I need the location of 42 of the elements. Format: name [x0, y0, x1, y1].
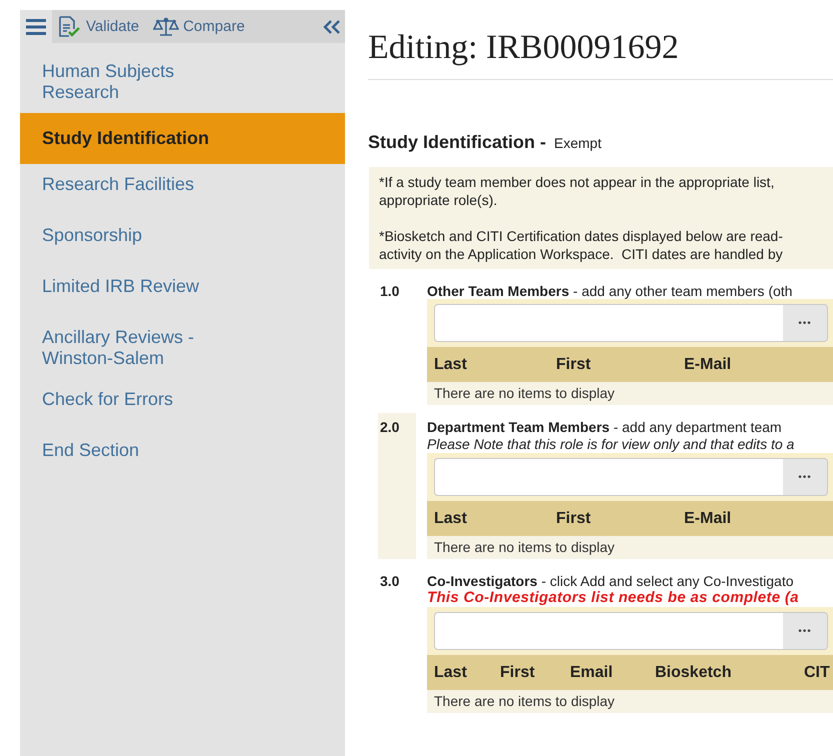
- column-header: E-Mail: [684, 356, 732, 374]
- column-header: CIT: [804, 664, 831, 682]
- collapse-button[interactable]: [323, 18, 341, 34]
- sidebar-item[interactable]: Human Subjects Research: [20, 51, 264, 113]
- warning-text: This Co-Investigators list needs be as complete (a: [427, 589, 833, 607]
- question-number: 2.0: [378, 413, 416, 559]
- column-header: First: [500, 664, 536, 682]
- scale-icon: [153, 16, 180, 36]
- sidebar-item[interactable]: Ancillary Reviews - Winston-Salem: [20, 317, 264, 379]
- document-check-icon: [58, 16, 82, 38]
- note-text: Please Note that this role is for view only and that edits to a: [427, 435, 833, 453]
- sidebar-item[interactable]: Check for Errors: [20, 379, 264, 430]
- review-type: Exempt: [554, 135, 602, 151]
- menu-icon: [26, 18, 46, 34]
- column-header: Biosketch: [655, 664, 732, 682]
- question-text: Co-Investigators - click Add and select any Co-Investigato: [427, 567, 833, 589]
- column-header: Email: [570, 664, 614, 682]
- double-chevron-left-icon: [323, 18, 341, 34]
- page-title: Editing: IRB00091692: [368, 28, 833, 80]
- column-header: Last: [434, 356, 468, 374]
- notice-text: *Biosketch and CITI Certification dates displayed below are read-: [379, 227, 784, 245]
- question-number: 1.0: [379, 282, 400, 301]
- section-heading: Study Identification -: [368, 132, 546, 153]
- question-text: Department Team Members - add any department team: [427, 413, 833, 435]
- question-text: Other Team Members - add any other team members (oth: [427, 277, 833, 299]
- sidebar-item[interactable]: Research Facilities: [20, 164, 264, 215]
- column-header: Last: [434, 510, 468, 528]
- sidebar-item[interactable]: Sponsorship: [20, 215, 264, 266]
- empty-message: There are no items to display: [433, 384, 616, 403]
- column-header: First: [556, 356, 592, 374]
- sidebar-item[interactable]: End Section: [20, 430, 264, 481]
- column-header: First: [556, 510, 592, 528]
- column-header: E-Mail: [684, 510, 732, 528]
- empty-message: There are no items to display: [433, 538, 616, 557]
- column-header: Last: [434, 664, 468, 682]
- question-number: 3.0: [379, 572, 400, 591]
- sidebar-item[interactable]: Study Identification: [20, 113, 345, 164]
- notice-text: activity on the Application Workspace. CITI dates are handled by: [379, 245, 784, 263]
- empty-message: There are no items to display: [433, 692, 616, 711]
- notice-text: appropriate role(s).: [379, 191, 498, 209]
- sidebar-item[interactable]: Limited IRB Review: [20, 266, 264, 317]
- notice-text: *If a study team member does not appear in the appropriate list,: [379, 173, 776, 191]
